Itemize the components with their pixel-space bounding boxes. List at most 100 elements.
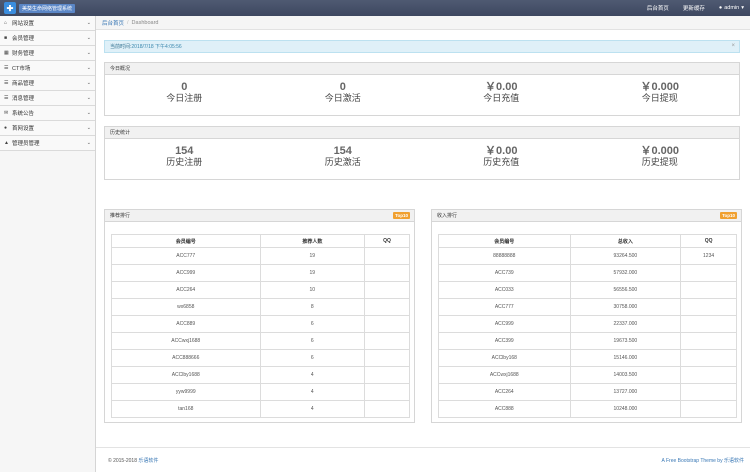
table-cell (680, 349, 737, 367)
footer-theme: A Free Bootstrap Theme by 乐语软件 (662, 457, 744, 464)
table-cell: ACClby1688 (111, 366, 261, 384)
column-header[interactable]: 会员编号 (438, 234, 571, 248)
chevron-down-icon: ⌄ (86, 50, 91, 56)
sidebar-item-site-settings[interactable]: ⌂ 网站设置 ⌄ (0, 16, 95, 31)
table-row: ACC264 13727.000 (438, 383, 737, 401)
table-row: wx6858 8 (111, 298, 410, 316)
stat-value: ￥0.000 (640, 81, 680, 93)
table-cell: ACC739 (438, 264, 571, 282)
sidebar-item-finance[interactable]: ▦ 财务管理 ⌄ (0, 46, 95, 61)
stat-value: ￥0.00 (485, 145, 518, 157)
nav-cache-link[interactable]: 更新缓存 (683, 4, 705, 12)
stat-today-register: 0 今日注册 (105, 75, 264, 115)
table-cell: 6 (259, 332, 366, 350)
history-panel: 历史统计 154 历史注册 154 历史激活 ￥0.00 历史充值 ￥0.000… (104, 126, 740, 180)
column-header[interactable]: QQ (680, 234, 737, 248)
today-panel: 今日概况 0 今日注册 0 今日激活 ￥0.00 今日充值 ￥0.000 今日提… (104, 62, 740, 116)
panel-title-text: 推荐排行 (110, 213, 131, 219)
column-header[interactable]: 推荐人数 (259, 234, 366, 248)
logo-icon: ✚ (4, 2, 16, 14)
message-icon: ✉ (4, 110, 9, 116)
table-cell: 57932.000 (569, 264, 682, 282)
stat-value: 154 (333, 145, 352, 157)
stat-caption: 今日提现 (641, 93, 678, 103)
sidebar-item-products[interactable]: ☰ 商品管理 ⌄ (0, 76, 95, 91)
table-row: yyw9999 4 (111, 383, 410, 401)
stat-value: ￥0.00 (485, 81, 518, 93)
table-row: ACC739 57932.000 (438, 264, 737, 282)
column-header[interactable]: 会员编号 (111, 234, 261, 248)
table-cell (680, 264, 737, 282)
table-row: ACC033 56556.500 (438, 281, 737, 299)
stat-caption: 今日注册 (166, 93, 203, 103)
stat-history-register: 154 历史注册 (105, 139, 264, 179)
calendar-icon: ▦ (4, 50, 9, 56)
table-cell: ACC399 (438, 332, 571, 350)
table-cell: 22337.000 (569, 315, 682, 333)
company-link[interactable]: 乐语软件 (138, 458, 158, 464)
sidebar-item-label: 管理员管理 (12, 141, 40, 147)
table-cell: ACC889 (111, 315, 261, 333)
table-row: ACC888666 6 (111, 349, 410, 367)
sidebar-item-label: 消息管理 (12, 96, 35, 102)
stat-value: 0 (181, 81, 188, 93)
table-cell: 10 (259, 281, 366, 299)
close-icon[interactable]: × (731, 43, 735, 49)
table-cell: ACCwxj1688 (438, 366, 571, 384)
sidebar-item-ct-market[interactable]: ☰ CT市场 ⌄ (0, 61, 95, 76)
table-cell: 6 (259, 349, 366, 367)
breadcrumb-home-link[interactable]: 后台首页 (102, 19, 124, 27)
alert-time: 2018/7/18 下午4:05:56 (131, 44, 182, 50)
stat-today-withdraw: ￥0.000 今日提现 (581, 75, 740, 115)
table-cell (680, 400, 737, 418)
today-stats: 0 今日注册 0 今日激活 ￥0.00 今日充值 ￥0.000 今日提现 (105, 75, 739, 115)
sidebar-item-messages[interactable]: ☰ 消息管理 ⌄ (0, 91, 95, 106)
brand[interactable]: ✚ 美葵生命网络管理系统 (4, 2, 76, 14)
table-cell (364, 332, 410, 350)
column-header[interactable]: 总收入 (569, 234, 682, 248)
stat-caption: 历史提现 (641, 157, 678, 167)
table-row: ACC777 19 (111, 247, 410, 265)
table-row: ACC999 19 (111, 264, 410, 282)
table-row: ACC889 6 (111, 315, 410, 333)
sidebar-item-label: 系统公告 (12, 111, 35, 117)
chevron-down-icon: ⌄ (86, 80, 91, 86)
table-cell (364, 281, 410, 299)
sidebar-item-announcements[interactable]: ✉ 系统公告 ⌄ (0, 106, 95, 121)
table-cell (680, 315, 737, 333)
user-menu[interactable]: ● admin ▾ (719, 5, 744, 11)
column-header[interactable]: QQ (364, 234, 410, 248)
top-navbar: ✚ 美葵生命网络管理系统 后台首页 更新缓存 ● admin ▾ (0, 0, 750, 16)
sidebar-item-members[interactable]: ■ 会员管理 ⌄ (0, 31, 95, 46)
panel-title-text: 收入排行 (437, 213, 458, 219)
table-cell: 1234 (680, 247, 737, 265)
theme-link[interactable]: 乐语软件 (724, 458, 744, 464)
table-cell: ACClby168 (438, 349, 571, 367)
table-cell: ACC888 (438, 400, 571, 418)
table-cell: 15146.000 (569, 349, 682, 367)
table-cell: ACC777 (111, 247, 261, 265)
table-row: tan168 4 (111, 400, 410, 418)
table-cell: ACC999 (438, 315, 571, 333)
stat-caption: 历史注册 (166, 157, 203, 167)
income-ranking-panel: 收入排行 Top10 会员编号 总收入 QQ 88888888 93264.500… (431, 209, 742, 423)
income-table: 会员编号 总收入 QQ 88888888 93264.500 1234 ACC739 5… (438, 234, 737, 418)
table-cell (364, 349, 410, 367)
table-row: ACClby1688 4 (111, 366, 410, 384)
table-cell: 93264.500 (569, 247, 682, 265)
stat-history-withdraw: ￥0.000 历史提现 (581, 139, 740, 179)
stat-caption: 历史激活 (324, 157, 361, 167)
table-cell (364, 264, 410, 282)
table-cell (364, 400, 410, 418)
sidebar-item-portal-settings[interactable]: ● 首网设置 ⌄ (0, 121, 95, 136)
sidebar-item-label: 商品管理 (12, 81, 35, 87)
caret-down-icon: ▾ (741, 5, 744, 11)
table-cell (364, 383, 410, 401)
chevron-down-icon: ⌄ (86, 140, 91, 146)
table-cell (364, 298, 410, 316)
stat-value: ￥0.000 (640, 145, 680, 157)
sidebar-item-admins[interactable]: ▲ 管理员管理 ⌄ (0, 136, 95, 151)
panel-title: 推荐排行 Top10 (105, 210, 414, 222)
nav-home-link[interactable]: 后台首页 (647, 4, 669, 12)
stat-caption: 历史充值 (483, 157, 520, 167)
